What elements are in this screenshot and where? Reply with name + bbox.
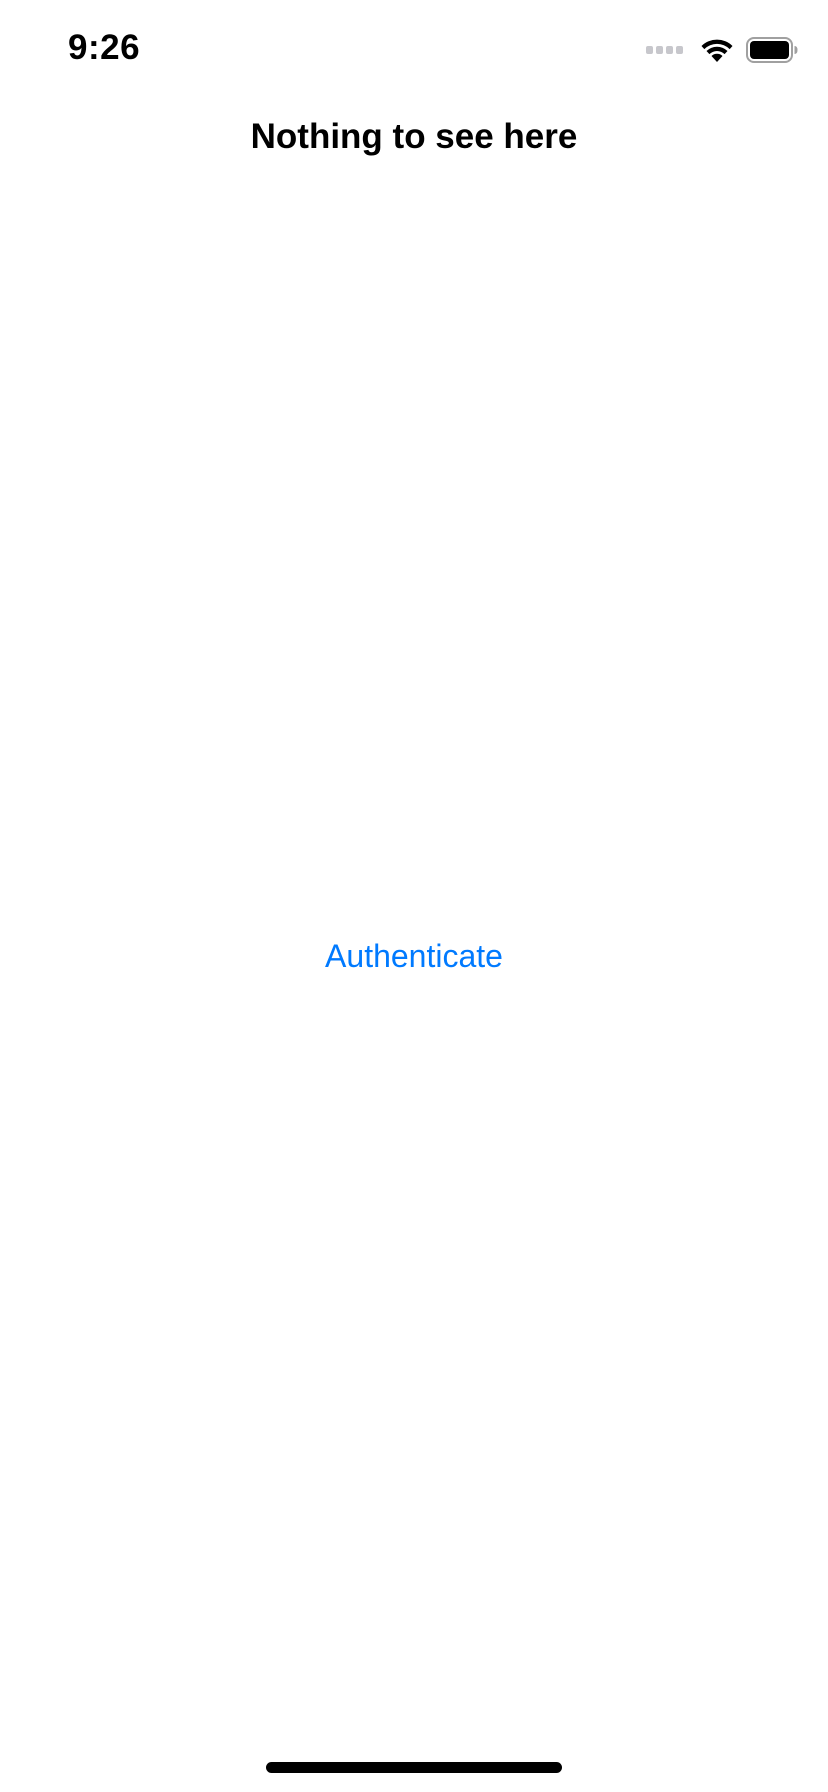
status-icons: [646, 34, 798, 66]
status-time: 9:26: [68, 28, 141, 67]
status-bar: 9:26: [0, 0, 828, 100]
wifi-icon: [701, 39, 733, 62]
page-title: Nothing to see here: [250, 117, 578, 156]
authenticate-button[interactable]: Authenticate: [314, 928, 514, 984]
screen: 9:26 Nothing to see here Authenticate: [0, 0, 828, 1792]
cellular-signal-icon: [646, 46, 686, 54]
battery-icon: [746, 37, 798, 63]
home-indicator[interactable]: [266, 1762, 562, 1773]
